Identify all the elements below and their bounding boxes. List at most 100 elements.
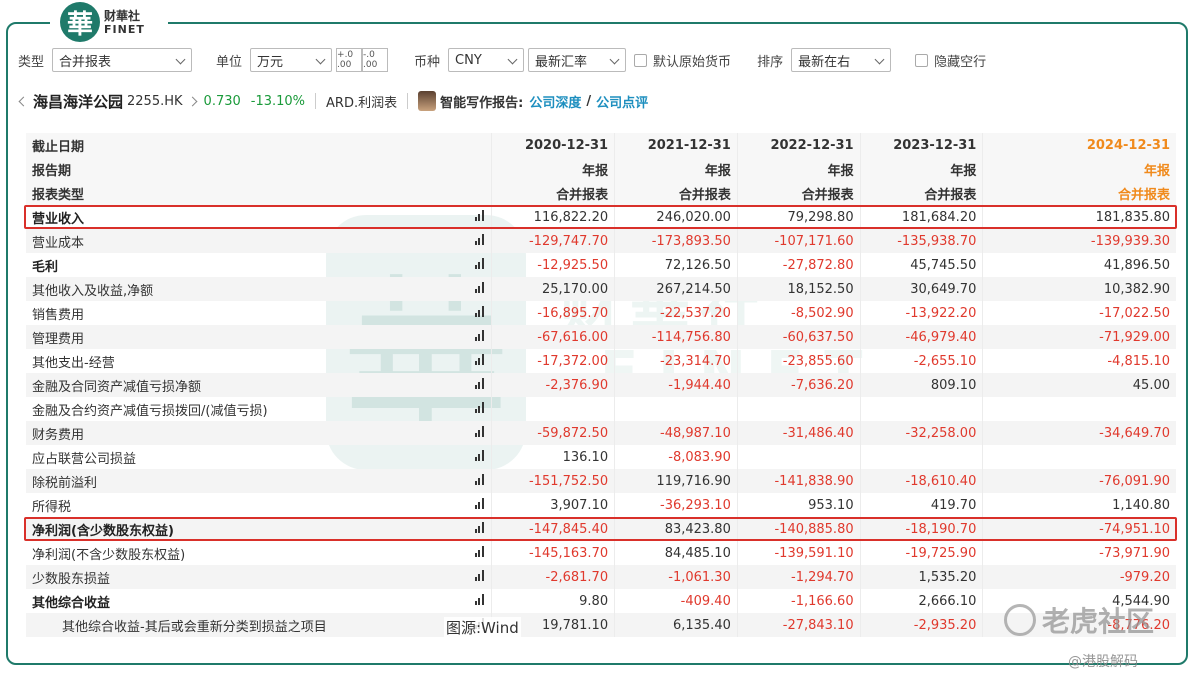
chevron-right-icon[interactable] xyxy=(187,96,197,106)
logo-en-text: FINET xyxy=(104,22,145,36)
decimal-decrease-button[interactable]: -.0 .00 xyxy=(362,48,389,72)
table-cell: 79,298.80 xyxy=(736,205,861,229)
divider xyxy=(407,93,409,109)
table-row: 财务费用 -59,872.50 -48,987.10 -31,486.40 -32,25… xyxy=(26,421,1176,445)
header-cell: 2023-12-31 xyxy=(859,133,983,157)
chevron-left-icon[interactable] xyxy=(18,96,29,106)
table-cell xyxy=(736,445,861,469)
table-cell: 267,214.50 xyxy=(614,277,738,301)
divider xyxy=(315,93,317,109)
row-label: 其他支出-经营 xyxy=(32,355,115,371)
unit-select[interactable]: 万元 xyxy=(250,48,333,72)
chart-bars-icon[interactable] xyxy=(466,349,493,373)
table-cell: 809.10 xyxy=(859,373,983,397)
table-row: 少数股东损益 -2,681.70 -1,061.30 -1,294.70 1,535.2… xyxy=(26,565,1176,589)
header-cell: 年报 xyxy=(491,157,615,181)
unit-select-value: 万元 xyxy=(257,54,284,70)
report-type: ARD.利润表 xyxy=(326,95,398,111)
table-cell: -48,987.10 xyxy=(614,421,738,445)
table-cell: -67,616.00 xyxy=(491,325,615,349)
chart-bars-icon[interactable] xyxy=(466,421,493,445)
table-cell: -4,815.10 xyxy=(982,349,1176,373)
chart-bars-icon[interactable] xyxy=(466,517,493,541)
table-cell: 1,535.20 xyxy=(859,565,983,589)
header-cell: 2024-12-31 xyxy=(982,133,1176,157)
chart-bars-icon[interactable] xyxy=(466,253,493,277)
chart-bars-icon[interactable] xyxy=(466,229,493,253)
row-label: 财务费用 xyxy=(26,421,467,445)
chart-bars-icon[interactable] xyxy=(466,277,493,301)
orig-currency-checkbox[interactable] xyxy=(634,53,648,67)
sort-select-value: 最新在右 xyxy=(798,54,851,70)
table-cell: 953.10 xyxy=(736,493,861,517)
table-row: 金融及合约资产减值亏损拨回/(减值亏损) xyxy=(26,397,1176,421)
table-cell: -135,938.70 xyxy=(859,229,983,253)
hide-empty-checkbox[interactable] xyxy=(915,53,929,67)
table-cell: 419.70 xyxy=(859,493,983,517)
chart-bars-icon[interactable] xyxy=(466,493,493,517)
chart-bars-icon[interactable] xyxy=(466,589,493,613)
table-cell: -16,895.70 xyxy=(491,301,615,325)
table-cell xyxy=(736,397,861,421)
row-label: 少数股东损益 xyxy=(26,565,467,589)
row-label: 所得税 xyxy=(32,499,72,515)
table-cell: -36,293.10 xyxy=(614,493,738,517)
rate-select[interactable]: 最新汇率 xyxy=(528,48,627,72)
row-label: 销售费用 xyxy=(32,307,85,323)
table-cell: -74,951.10 xyxy=(982,517,1176,541)
company-review-link[interactable]: 公司点评 xyxy=(596,92,648,111)
table-cell xyxy=(982,445,1176,469)
table-header-row: 报告期 年报 年报 年报 年报 年报 xyxy=(26,157,1176,181)
table-cell: -139,591.10 xyxy=(736,541,861,565)
table-cell xyxy=(859,445,983,469)
type-select[interactable]: 合并报表 xyxy=(52,48,193,72)
table-cell: 45,745.50 xyxy=(859,253,983,277)
stock-header: 海昌海洋公园 2255.HK 0.730 -13.10% ARD.利润表 智能写… xyxy=(18,88,648,114)
type-select-value: 合并报表 xyxy=(59,54,112,70)
income-statement-table: 截止日期 2020-12-31 2021-12-31 2022-12-31 2023-1… xyxy=(26,133,1176,637)
table-cell: -34,649.70 xyxy=(982,421,1176,445)
chart-bars-icon[interactable] xyxy=(466,373,493,397)
chart-bars-icon[interactable] xyxy=(466,445,493,469)
table-cell: -71,929.00 xyxy=(982,325,1176,349)
chart-bars-icon[interactable] xyxy=(466,397,493,421)
chart-bars-icon[interactable] xyxy=(466,469,493,493)
table-cell: -979.20 xyxy=(982,565,1176,589)
stock-price: 0.730 xyxy=(203,93,241,109)
company-depth-link[interactable]: 公司深度 xyxy=(529,92,581,111)
header-cell: 年报 xyxy=(859,157,983,181)
chevron-down-icon xyxy=(507,54,518,65)
chart-bars-icon[interactable] xyxy=(466,301,493,325)
header-cell: 年报 xyxy=(614,157,738,181)
table-cell: -46,979.40 xyxy=(859,325,983,349)
table-row: 其他支出-经营 -17,372.00 -23,314.70 -23,855.60 -2,… xyxy=(26,349,1176,373)
stock-name: 海昌海洋公园 xyxy=(33,92,124,111)
table-cell: -1,944.40 xyxy=(614,373,738,397)
table-cell: 30,649.70 xyxy=(859,277,983,301)
chart-bars-icon[interactable] xyxy=(466,325,493,349)
table-row: 所得税 3,907.10 -36,293.10 953.10 419.70 1,140.8… xyxy=(26,493,1176,517)
credit-watermark: @港股解码 xyxy=(1068,654,1138,670)
chart-bars-icon[interactable] xyxy=(466,205,493,229)
finet-logo-icon: 華 xyxy=(60,2,100,42)
table-row: 金融及合同资产减值亏损净额 -2,376.90 -1,944.40 -7,636.20… xyxy=(26,373,1176,397)
decimal-increase-button[interactable]: +.0 .00 xyxy=(336,48,363,72)
sort-select[interactable]: 最新在右 xyxy=(791,48,892,72)
table-cell xyxy=(491,397,615,421)
table-cell: 25,170.00 xyxy=(491,277,615,301)
table-cell: -2,655.10 xyxy=(859,349,983,373)
row-label: 应占联营公司损益 xyxy=(32,451,137,467)
table-cell: 1,140.80 xyxy=(982,493,1176,517)
table-cell: -17,022.50 xyxy=(982,301,1176,325)
chart-bars-icon[interactable] xyxy=(466,565,493,589)
table-cell: -147,845.40 xyxy=(491,517,615,541)
table-cell: -27,872.80 xyxy=(736,253,861,277)
chart-bars-icon[interactable] xyxy=(466,541,493,565)
tiger-logo-icon xyxy=(1004,604,1036,636)
currency-select[interactable]: CNY xyxy=(448,48,525,72)
table-row: 净利润(不含少数股东权益) -145,163.70 84,485.10 -139,59… xyxy=(26,541,1176,565)
type-label: 类型 xyxy=(18,54,45,70)
table-row: 营业收入 116,822.20 246,020.00 79,298.80 181,684… xyxy=(26,205,1176,229)
chevron-down-icon xyxy=(874,54,885,65)
table-cell: 181,684.20 xyxy=(859,205,983,229)
